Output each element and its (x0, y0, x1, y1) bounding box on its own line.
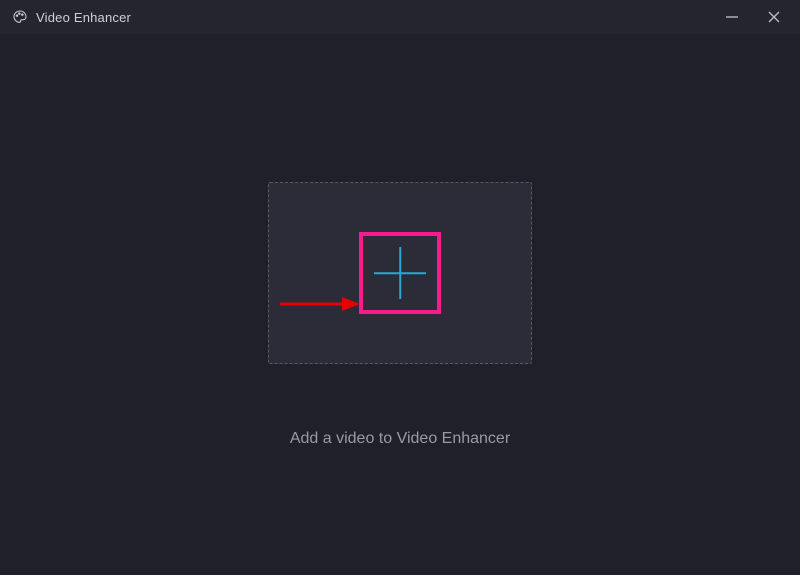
window-controls (722, 7, 790, 27)
close-button[interactable] (764, 7, 784, 27)
drop-caption: Add a video to Video Enhancer (0, 430, 800, 448)
annotation-highlight-box (359, 232, 441, 314)
app-title: Video Enhancer (36, 10, 131, 25)
plus-icon (374, 247, 426, 299)
minimize-button[interactable] (722, 7, 742, 27)
main-content: Add a video to Video Enhancer (0, 34, 800, 575)
add-video-dropzone[interactable] (268, 182, 532, 364)
titlebar: Video Enhancer (0, 0, 800, 34)
palette-icon (12, 9, 28, 25)
